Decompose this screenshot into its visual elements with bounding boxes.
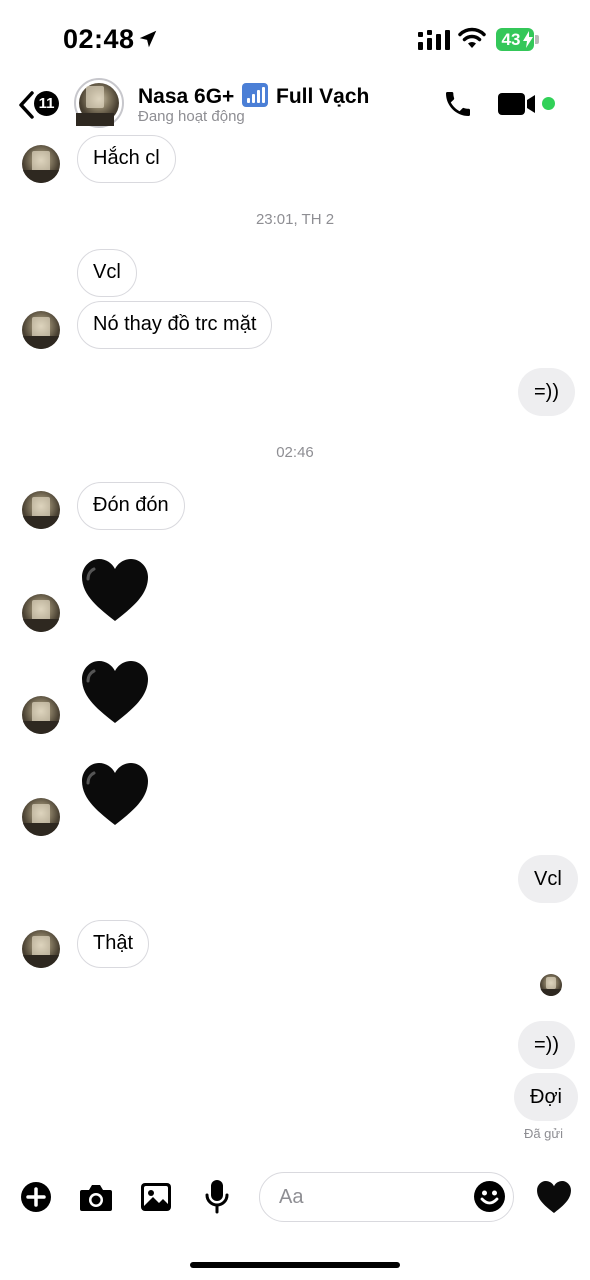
phone-icon[interactable]	[442, 88, 474, 120]
signal-bars-emoji	[242, 83, 269, 107]
plus-icon[interactable]	[20, 1181, 52, 1213]
microphone-icon[interactable]	[204, 1179, 230, 1215]
status-time: 02:48	[63, 24, 135, 54]
signal-icon	[418, 30, 450, 50]
contact-name[interactable]: Nasa 6G+ Full Vạch	[138, 83, 369, 109]
wifi-icon	[458, 27, 486, 48]
home-indicator[interactable]	[190, 1262, 400, 1268]
chat-header: 11 Nasa 6G+ Full Vạch Đang hoạt động	[0, 78, 590, 134]
message-timestamp: 02:46	[276, 444, 314, 461]
message-incoming[interactable]: Hắch cl	[77, 135, 176, 183]
battery-indicator: 43	[496, 28, 540, 51]
battery-level: 43	[501, 30, 521, 49]
message-outgoing[interactable]: Đợi	[514, 1073, 579, 1121]
heart-icon[interactable]	[536, 1180, 572, 1214]
avatar	[22, 145, 60, 183]
avatar	[22, 311, 60, 349]
location-arrow-icon	[139, 30, 157, 48]
active-status: Đang hoạt động	[138, 108, 245, 125]
charging-bolt-icon	[523, 31, 533, 48]
gallery-icon[interactable]	[140, 1182, 172, 1212]
message-outgoing[interactable]: =))	[518, 368, 575, 416]
back-chevron-icon[interactable]	[17, 90, 35, 120]
seen-avatar	[540, 974, 562, 996]
message-incoming[interactable]: Nó thay đồ trc mặt	[77, 301, 273, 349]
avatar	[22, 798, 60, 836]
camera-icon[interactable]	[79, 1182, 113, 1212]
message-incoming[interactable]: Thật	[77, 920, 150, 968]
message-composer	[0, 1170, 590, 1224]
black-heart-emoji[interactable]	[80, 557, 150, 623]
contact-avatar[interactable]	[74, 78, 124, 128]
video-camera-icon[interactable]	[498, 92, 536, 116]
message-timestamp: 23:01, TH 2	[255, 211, 335, 228]
message-outgoing[interactable]: Vcl	[518, 855, 578, 903]
message-input-box[interactable]	[259, 1172, 514, 1222]
sent-status: Đã gửi	[523, 1126, 563, 1141]
black-heart-emoji[interactable]	[80, 761, 150, 827]
avatar	[79, 83, 119, 123]
avatar	[22, 930, 60, 968]
emoji-icon[interactable]	[473, 1180, 506, 1213]
unread-count-badge[interactable]: 11	[34, 91, 59, 116]
avatar	[22, 594, 60, 632]
message-incoming[interactable]: Đón đón	[77, 482, 185, 530]
status-bar: 02:48 43	[0, 0, 590, 80]
avatar	[22, 491, 60, 529]
black-heart-emoji[interactable]	[80, 659, 150, 725]
avatar	[22, 696, 60, 734]
message-incoming[interactable]: Vcl	[77, 249, 137, 297]
message-input[interactable]	[279, 1181, 469, 1213]
message-outgoing[interactable]: =))	[518, 1021, 575, 1069]
online-indicator	[542, 97, 555, 110]
